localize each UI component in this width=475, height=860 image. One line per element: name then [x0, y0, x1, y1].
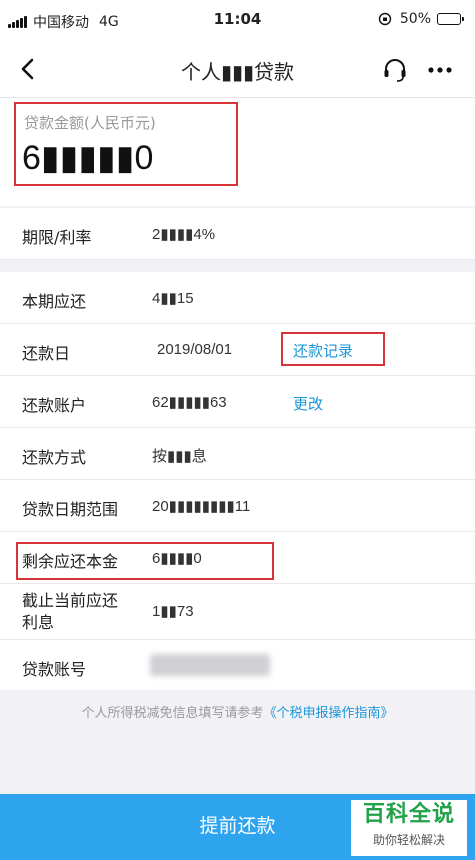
- battery-icon: [437, 13, 464, 25]
- headset-icon[interactable]: [381, 56, 409, 84]
- loan-no-redacted: [150, 654, 270, 676]
- repay-record-link[interactable]: 还款记录: [293, 340, 353, 361]
- battery-percent: 50%: [399, 11, 431, 27]
- interest-label-line2: 利息: [22, 613, 55, 632]
- row-principal: 剩余应还本金 6▮▮▮▮0: [0, 532, 475, 584]
- principal-value: 6▮▮▮▮0: [152, 550, 202, 567]
- row-repay-day: 还款日 2019/08/01 还款记录: [0, 324, 475, 376]
- row-current-due: 本期应还 4▮▮15: [0, 272, 475, 324]
- method-value: 按▮▮▮息: [152, 448, 207, 465]
- term-rate-label: 期限/利率: [22, 228, 92, 247]
- amount-label: 贷款金额(人民币元): [24, 114, 156, 132]
- repay-day-label: 还款日: [22, 344, 71, 363]
- row-account: 还款账户 62▮▮▮▮▮63 更改: [0, 376, 475, 428]
- interest-label: 截止当前应还 利息: [22, 590, 118, 634]
- period-value: 20▮▮▮▮▮▮▮▮11: [152, 498, 251, 515]
- orientation-lock-icon: [378, 12, 392, 26]
- amount-value-text: 6▮▮▮▮▮0: [22, 139, 154, 177]
- row-method: 还款方式 按▮▮▮息: [0, 428, 475, 480]
- footer-note: 个人所得税减免信息填写请参考《个税申报操作指南》: [0, 702, 475, 721]
- row-interest: 截止当前应还 利息 1▮▮73: [0, 584, 475, 640]
- row-loan-no: 贷款账号: [0, 640, 475, 690]
- amount-card: 贷款金额(人民币元) 6▮▮▮▮▮0: [0, 98, 475, 206]
- tax-guide-link[interactable]: 《个税申报操作指南》: [264, 706, 394, 721]
- account-label: 还款账户: [22, 396, 87, 415]
- interest-value: 1▮▮73: [152, 603, 194, 620]
- amount-value: 6▮▮▮▮▮0: [22, 138, 153, 178]
- account-value: 62▮▮▮▮▮63: [152, 394, 227, 411]
- current-due-label: 本期应还: [22, 292, 87, 311]
- row-term-rate: 期限/利率 2▮▮▮▮4%: [0, 208, 475, 260]
- status-right: 50%: [378, 11, 464, 27]
- loan-no-label: 贷款账号: [22, 660, 87, 679]
- term-rate-value: 2▮▮▮▮4%: [152, 226, 216, 243]
- principal-label: 剩余应还本金: [22, 552, 119, 571]
- current-due-value: 4▮▮15: [152, 290, 194, 307]
- nav-bar: 个人▮▮▮贷款: [0, 40, 475, 98]
- watermark-subtitle: 助你轻松解决: [372, 833, 445, 847]
- more-dots-icon[interactable]: [427, 60, 453, 80]
- footer-note-text: 个人所得税减免信息填写请参考: [81, 706, 264, 721]
- method-label: 还款方式: [22, 448, 87, 467]
- watermark-title: 百科全说: [362, 802, 455, 827]
- interest-label-line1: 截止当前应还: [22, 591, 119, 610]
- watermark-logo: 百科全说 助你轻松解决: [351, 800, 467, 856]
- period-label: 贷款日期范围: [22, 500, 119, 519]
- change-account-link[interactable]: 更改: [293, 393, 323, 414]
- repay-day-value: 2019/08/01: [157, 341, 233, 358]
- row-period: 贷款日期范围 20▮▮▮▮▮▮▮▮11: [0, 480, 475, 532]
- amount-highlight-box: 贷款金额(人民币元) 6▮▮▮▮▮0: [14, 102, 238, 186]
- status-bar: 中国移动 4G 11:04 50%: [0, 0, 475, 40]
